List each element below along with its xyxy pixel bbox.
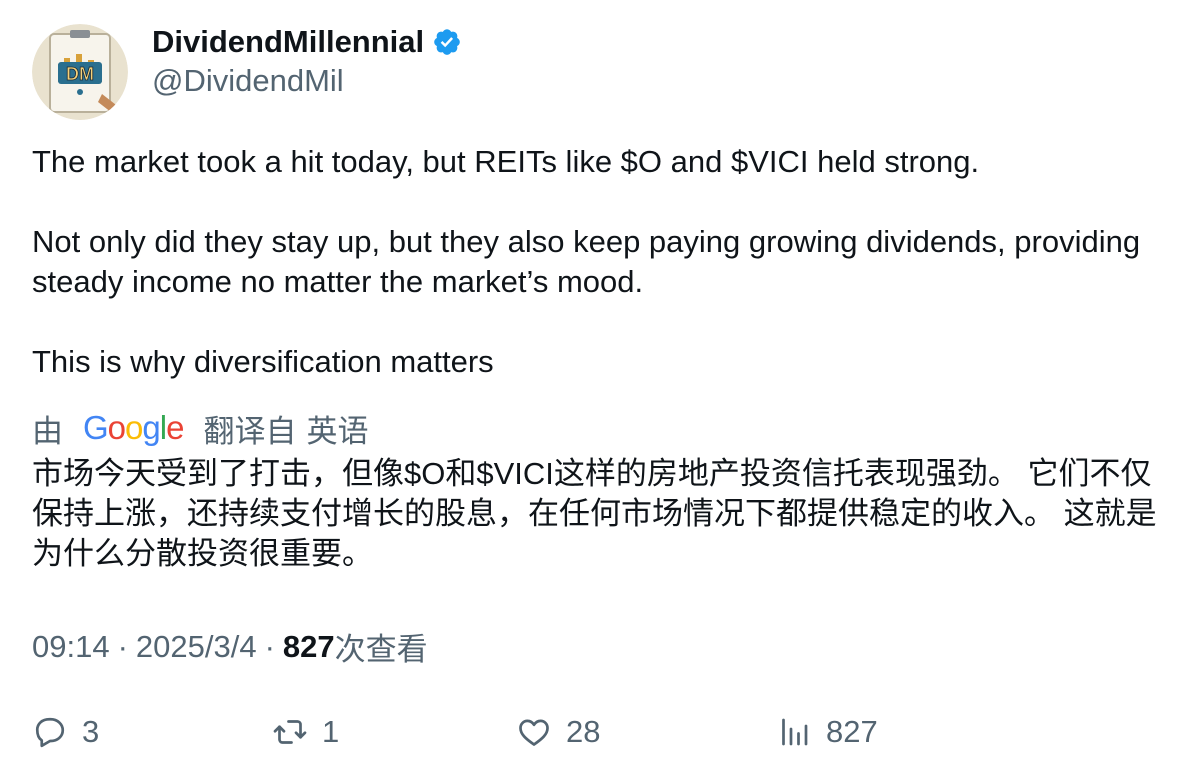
translated-text: 市场今天受到了打击，但像$O和$VICI这样的房地产投资信托表现强劲。 它们不仅… (32, 456, 1157, 571)
tweet-meta: 09:14 · 2025/3/4 · 827 次查看 (32, 624, 428, 669)
reply-count: 3 (82, 714, 100, 749)
google-logo[interactable]: Google (83, 409, 184, 447)
tweet-time[interactable]: 09:14 (32, 629, 110, 665)
reply-icon (35, 717, 65, 748)
translated-from-label: 翻译自 (203, 413, 297, 449)
views-action-count: 827 (826, 714, 878, 749)
analytics-icon (782, 718, 808, 746)
action-bar: 3 1 28 827 (32, 708, 1172, 756)
views-button[interactable]: 827 (776, 708, 878, 756)
verified-badge-icon[interactable] (432, 27, 462, 57)
heart-icon (519, 719, 549, 746)
translated-by-label: 由 (32, 413, 63, 449)
reply-button[interactable]: 3 (32, 708, 99, 756)
tweet-paragraph: The market took a hit today, but REITs l… (32, 144, 980, 179)
like-button[interactable]: 28 (516, 708, 600, 756)
tweet-date[interactable]: 2025/3/4 (136, 629, 257, 665)
like-count: 28 (566, 714, 601, 749)
tweet-body: The market took a hit today, but REITs l… (32, 142, 1172, 382)
avatar[interactable]: DM (32, 24, 128, 120)
avatar-image: DM (32, 24, 128, 120)
meta-separator: · (117, 628, 128, 664)
avatar-monogram: DM (66, 64, 94, 84)
meta-separator: · (264, 628, 275, 664)
repost-icon (273, 720, 307, 744)
views-count: 827 (282, 628, 335, 664)
author-handle[interactable]: @DividendMil (152, 63, 344, 99)
author-display-name[interactable]: DividendMillennial (152, 24, 424, 60)
repost-button[interactable]: 1 (272, 708, 339, 756)
author-name-row: DividendMillennial (152, 22, 462, 62)
views-label: 次查看 (334, 632, 428, 667)
repost-count: 1 (322, 714, 340, 749)
translation-attribution: 由 Google 翻译自 英语 (32, 406, 368, 450)
tweet-paragraph: This is why diversification matters (32, 344, 494, 379)
tweet-paragraph: Not only did they stay up, but they also… (32, 224, 1141, 299)
source-language: 英语 (306, 413, 369, 449)
